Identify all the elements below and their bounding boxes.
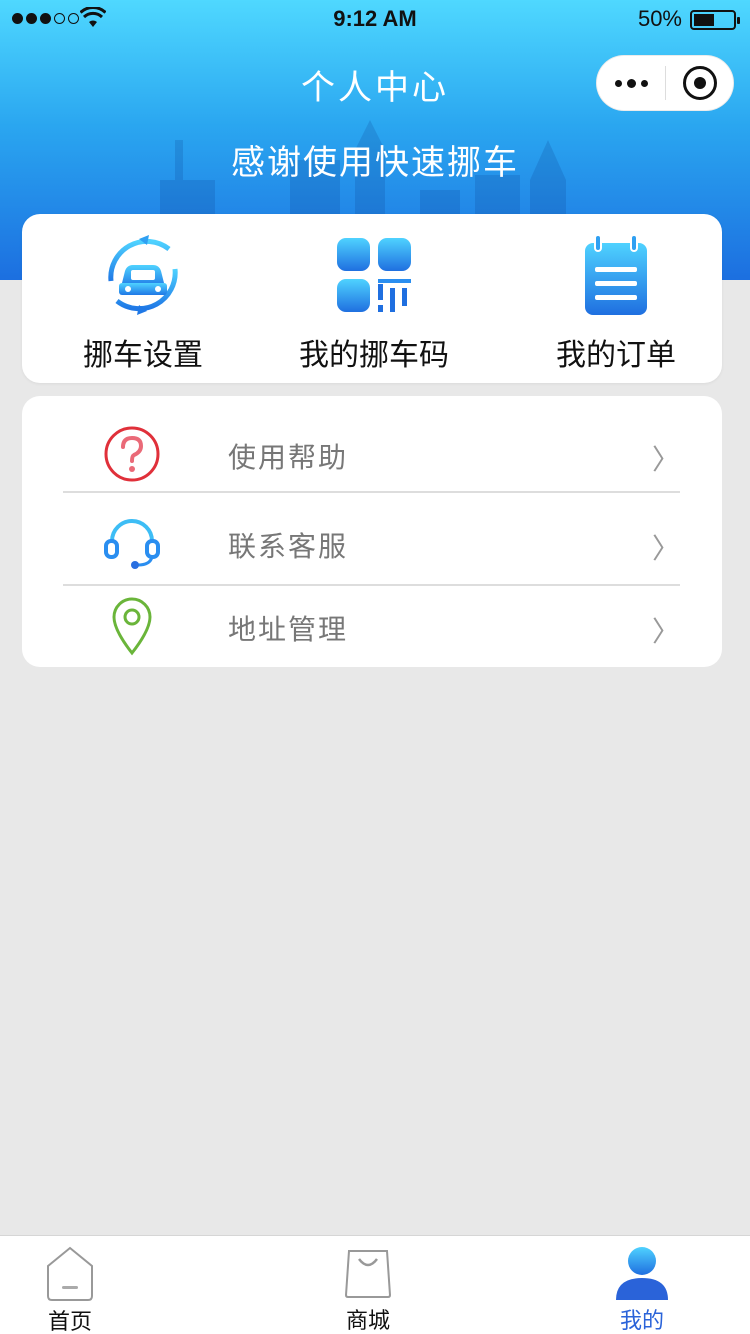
move-car-settings-button[interactable]: 挪车设置 [82,214,204,383]
more-dot-icon [626,78,636,88]
question-icon [100,424,164,484]
quick-action-label: 挪车设置 [83,338,203,373]
menu-item-customer-service[interactable]: 联系客服 〉 [22,493,722,581]
tab-label: 我的 [619,1309,664,1334]
more-dot-icon [640,79,648,87]
shopping-bag-icon [338,1244,398,1301]
chevron-right-icon: 〉 [651,443,680,476]
tab-mine[interactable]: 我的 [572,1236,712,1334]
mini-program-capsule [596,55,734,111]
welcome-subtitle: 感谢使用快速挪车 [231,143,519,183]
quick-action-label: 我的订单 [556,338,676,373]
bottom-tab-bar: 首页 商城 我的 [0,1235,750,1334]
close-mini-program-button[interactable] [666,66,733,100]
location-pin-icon [100,596,164,656]
menu-item-label: 联系客服 [228,530,349,563]
my-orders-button[interactable]: 我的订单 [555,214,677,383]
menu-item-address[interactable]: 地址管理 〉 [22,576,722,664]
home-icon [40,1244,100,1302]
target-circle-icon [682,66,717,100]
car-refresh-icon [98,230,188,320]
headset-icon [100,513,164,573]
quick-action-label: 我的挪车码 [299,338,449,373]
chevron-right-icon: 〉 [651,615,680,648]
menu-item-label: 地址管理 [228,613,349,646]
quick-actions-card: 挪车设置 我的挪车码 我的订单 [22,214,722,383]
status-bar: 9:12 AM 50% [0,0,750,40]
my-move-code-button[interactable]: 我的挪车码 [298,214,450,383]
menu-item-help[interactable]: 使用帮助 〉 [22,404,722,492]
more-dot-icon [614,79,622,87]
chevron-right-icon: 〉 [651,532,680,565]
notepad-icon [571,230,661,320]
menu-item-label: 使用帮助 [228,441,349,474]
battery-percent: 50% [637,6,682,31]
battery-icon [690,10,740,30]
tab-label: 商城 [345,1309,390,1334]
menu-list-card: 使用帮助 〉 联系客服 〉 地址管理 〉 [22,396,722,667]
more-options-button[interactable] [597,78,665,88]
tab-mall[interactable]: 商城 [298,1236,438,1334]
tab-home[interactable]: 首页 [0,1236,140,1334]
qr-code-icon [329,230,419,320]
user-icon [612,1244,672,1301]
tab-label: 首页 [47,1310,92,1334]
